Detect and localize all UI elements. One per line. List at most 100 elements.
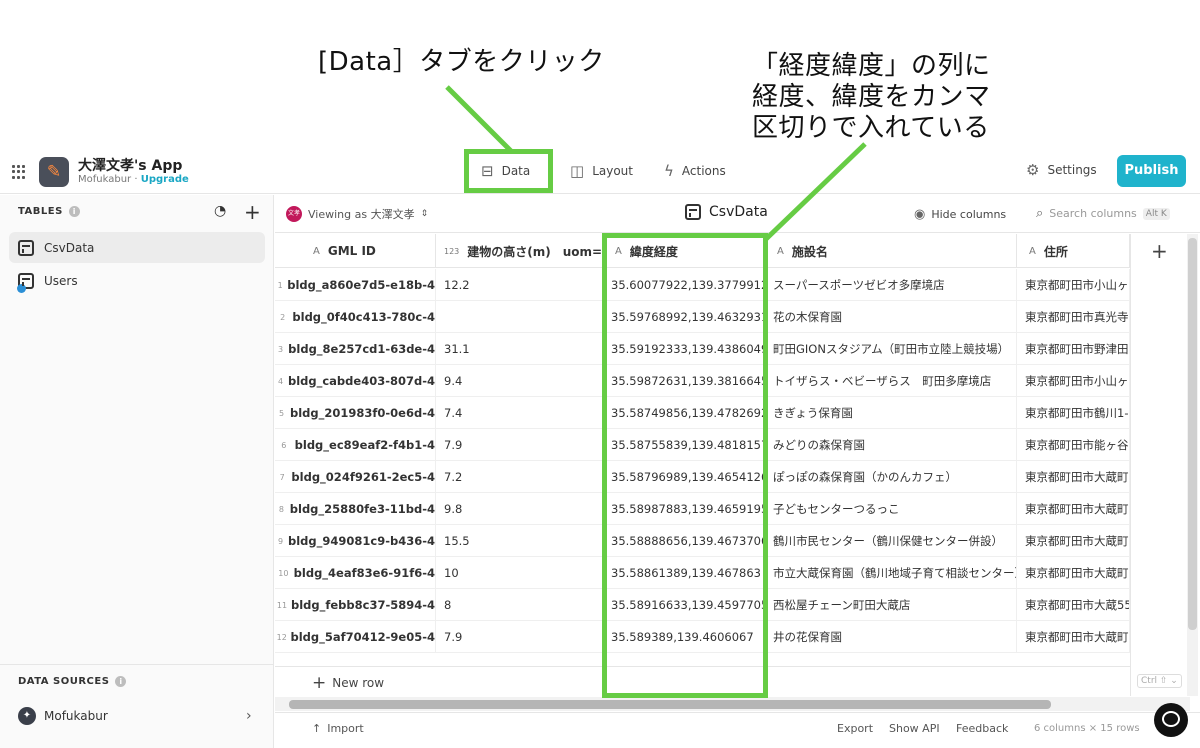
cell-height[interactable]: 12.2 xyxy=(436,269,603,301)
horizontal-scroll-thumb[interactable] xyxy=(289,700,1051,709)
cell-gml-id[interactable]: 6 bldg_ec89eaf2-f4b1-4 xyxy=(275,429,436,461)
info-icon[interactable]: i xyxy=(115,676,127,687)
cell-height[interactable]: 10 xyxy=(436,557,603,589)
sidebar-item-csvdata[interactable]: CsvData xyxy=(9,232,265,263)
text-type-icon: A xyxy=(313,245,320,257)
column-name: 住所 xyxy=(1043,244,1068,259)
import-button[interactable]: ↑ Import xyxy=(312,722,364,735)
cell-facility[interactable]: 井の花保育園 xyxy=(765,621,1017,653)
cell-height[interactable]: 8 xyxy=(436,589,603,621)
row-number: 11 xyxy=(276,600,288,610)
user-badge-icon xyxy=(17,283,26,293)
cell-address[interactable]: 東京都町田市能ヶ谷4 xyxy=(1017,429,1130,461)
hide-columns-button[interactable]: ◉ Hide columns xyxy=(914,207,1006,222)
highlight-latlng-column xyxy=(602,233,768,698)
column-name: 建物の高さ(m) uom=m xyxy=(467,244,603,259)
cell-height[interactable]: 9.4 xyxy=(436,365,603,397)
chevron-right-icon[interactable]: › xyxy=(246,708,252,724)
upgrade-link[interactable]: Upgrade xyxy=(141,174,189,185)
callout-line: 区切りで入れている xyxy=(752,113,990,143)
cell-address[interactable]: 東京都町田市大蔵町5 xyxy=(1017,621,1130,653)
tab-actions[interactable]: ϟ Actions xyxy=(664,160,726,182)
search-columns-input[interactable]: ⌕ Search columns Alt K xyxy=(1036,206,1170,221)
cell-facility[interactable]: きぎょう保育園 xyxy=(765,397,1017,429)
cell-gml-id[interactable]: 9 bldg_949081c9-b436-4 xyxy=(275,525,436,557)
sidebar-item-label: CsvData xyxy=(44,240,95,255)
cell-address[interactable]: 東京都町田市小山ヶ丘 xyxy=(1017,269,1130,301)
export-link[interactable]: Export xyxy=(837,722,873,735)
cell-address[interactable]: 東京都町田市大蔵町1 xyxy=(1017,493,1130,525)
vertical-scroll-thumb[interactable] xyxy=(1188,238,1197,630)
add-column-icon[interactable]: + xyxy=(1151,239,1168,263)
column-header-height[interactable]: 123 建物の高さ(m) uom=m xyxy=(436,234,603,268)
cell-height[interactable]: 31.1 xyxy=(436,333,603,365)
cell-facility[interactable]: 鶴川市民センター（鶴川保健センター併設） xyxy=(765,525,1017,557)
gml-id-text: bldg_024f9261-2ec5-4 xyxy=(291,470,435,484)
users-table-icon xyxy=(17,272,34,293)
settings-label: Settings xyxy=(1047,163,1097,177)
cell-address[interactable]: 東京都町田市大蔵町4 xyxy=(1017,461,1130,493)
cell-facility[interactable]: トイザらス・ベビーザらス 町田多摩境店 xyxy=(765,365,1017,397)
column-header-gml-id[interactable]: A GML ID xyxy=(275,234,436,268)
cell-facility[interactable]: 花の木保育園 xyxy=(765,301,1017,333)
cell-facility[interactable]: 町田GIONスタジアム（町田市立陸上競技場） xyxy=(765,333,1017,365)
table-icon xyxy=(18,239,34,256)
tables-heading-label: TABLES xyxy=(18,206,63,217)
cell-facility[interactable]: ぽっぽの森保育園（かのんカフェ） xyxy=(765,461,1017,493)
publish-button[interactable]: Publish xyxy=(1117,155,1186,187)
cell-facility[interactable]: 西松屋チェーン町田大蔵店 xyxy=(765,589,1017,621)
show-api-link[interactable]: Show API xyxy=(889,722,940,735)
cell-facility[interactable]: 子どもセンターつるっこ xyxy=(765,493,1017,525)
viewing-as-selector[interactable]: 文孝 Viewing as 大澤文孝 ⇕ xyxy=(286,206,428,222)
cell-facility[interactable]: 市立大蔵保育園（鶴川地域子育て相談センター） xyxy=(765,557,1017,589)
app-owner: Mofukabur · Upgrade xyxy=(78,174,189,185)
cell-gml-id[interactable]: 3 bldg_8e257cd1-63de-4 xyxy=(275,333,436,365)
cell-height[interactable]: 7.4 xyxy=(436,397,603,429)
cell-facility[interactable]: みどりの森保育園 xyxy=(765,429,1017,461)
cell-height[interactable]: 7.2 xyxy=(436,461,603,493)
row-number: 9 xyxy=(277,536,284,546)
cell-address[interactable]: 東京都町田市真光寺3 xyxy=(1017,301,1130,333)
cell-height[interactable]: 9.8 xyxy=(436,493,603,525)
cell-address[interactable]: 東京都町田市大蔵町1 xyxy=(1017,557,1130,589)
feedback-link[interactable]: Feedback xyxy=(956,722,1008,735)
cell-address[interactable]: 東京都町田市小山ヶ丘 xyxy=(1017,365,1130,397)
text-type-icon: A xyxy=(1029,245,1036,257)
data-source-item[interactable]: ✦ Mofukabur xyxy=(18,707,108,725)
settings-button[interactable]: ⚙ Settings xyxy=(1026,161,1097,179)
gml-id-text: bldg_201983f0-0e6d-4 xyxy=(290,406,435,420)
gml-id-text: bldg_5af70412-9e05-4 xyxy=(290,630,435,644)
chevron-updown-icon: ⇕ xyxy=(420,209,429,219)
cell-gml-id[interactable]: 4 bldg_cabde403-807d-4 xyxy=(275,365,436,397)
data-sources-heading: DATA SOURCES i xyxy=(18,676,127,687)
cell-address[interactable]: 東京都町田市野津田町 xyxy=(1017,333,1130,365)
cell-gml-id[interactable]: 8 bldg_25880fe3-11bd-4 xyxy=(275,493,436,525)
cell-height[interactable]: 7.9 xyxy=(436,429,603,461)
cell-gml-id[interactable]: 10 bldg_4eaf83e6-91f6-4 xyxy=(275,557,436,589)
cell-gml-id[interactable]: 11 bldg_febb8c37-5894-4 xyxy=(275,589,436,621)
cell-gml-id[interactable]: 7 bldg_024f9261-2ec5-4 xyxy=(275,461,436,493)
info-icon[interactable]: i xyxy=(68,206,80,217)
add-table-icon[interactable]: + xyxy=(244,200,261,224)
cell-gml-id[interactable]: 2 bldg_0f40c413-780c-4 xyxy=(275,301,436,333)
cell-height[interactable]: 7.9 xyxy=(436,621,603,653)
cell-gml-id[interactable]: 5 bldg_201983f0-0e6d-4 xyxy=(275,397,436,429)
cell-gml-id[interactable]: 1 bldg_a860e7d5-e18b-4 xyxy=(275,269,436,301)
arrow-up-icon: ↑ xyxy=(312,722,322,735)
tab-layout[interactable]: ◫ Layout xyxy=(570,160,633,182)
cell-address[interactable]: 東京都町田市大蔵55 xyxy=(1017,589,1130,621)
cell-gml-id[interactable]: 12 bldg_5af70412-9e05-4 xyxy=(275,621,436,653)
app-grid-icon[interactable] xyxy=(12,165,26,179)
column-header-facility[interactable]: A 施設名 xyxy=(765,234,1017,268)
cell-address[interactable]: 東京都町田市大蔵町1 xyxy=(1017,525,1130,557)
row-number: 8 xyxy=(278,504,284,514)
shortcut-hint: Ctrl ⇧ ⌄ xyxy=(1137,674,1182,688)
column-header-address[interactable]: A 住所 xyxy=(1017,234,1130,268)
cell-facility[interactable]: スーパースポーツゼビオ多摩境店 xyxy=(765,269,1017,301)
cell-height[interactable] xyxy=(436,301,603,333)
cell-address[interactable]: 東京都町田市鶴川1-1 xyxy=(1017,397,1130,429)
table-sync-icon[interactable]: ◔ xyxy=(214,203,226,219)
new-row-button[interactable]: + New row xyxy=(312,673,384,693)
cell-height[interactable]: 15.5 xyxy=(436,525,603,557)
sidebar-item-users[interactable]: Users xyxy=(9,265,265,296)
